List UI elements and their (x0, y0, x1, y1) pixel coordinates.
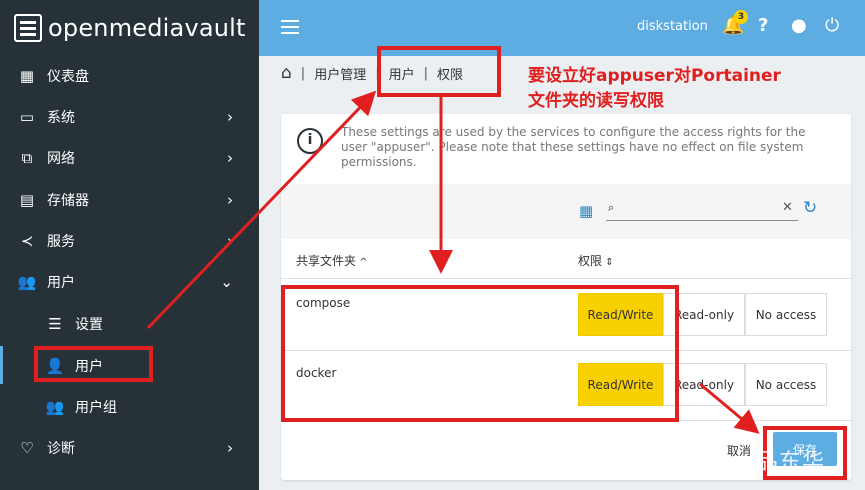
annotation-text: 要设立好appuser对Portainer 文件夹的读写权限 (528, 66, 781, 111)
arrow-to-save (699, 382, 760, 434)
arrow-to-breadcrumb (146, 90, 377, 330)
watermark: 知乎 @一品东华 (656, 450, 825, 475)
